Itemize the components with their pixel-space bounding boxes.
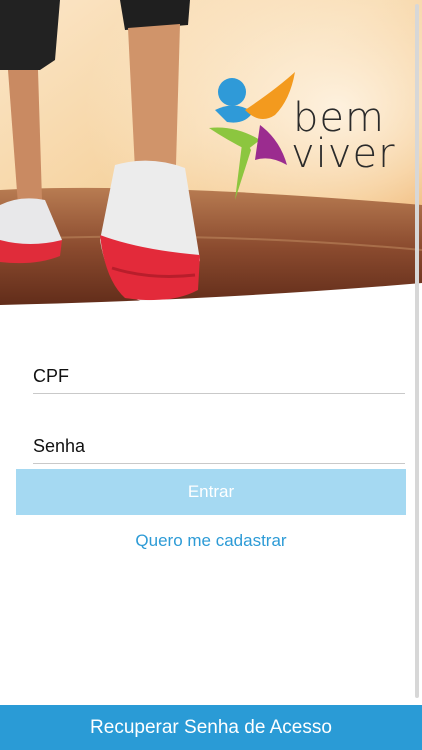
recover-password-button[interactable]: Recuperar Senha de Acesso [0, 705, 422, 750]
logo-text-viver: viver [291, 131, 396, 177]
bem-viver-logo: bem viver [205, 70, 400, 205]
register-link[interactable]: Quero me cadastrar [0, 531, 422, 551]
hero-image: bem viver [0, 0, 422, 310]
enter-button[interactable]: Entrar [16, 469, 406, 515]
password-input[interactable] [33, 436, 405, 457]
cpf-input[interactable] [33, 366, 405, 387]
senha-field[interactable] [33, 417, 405, 464]
scrollbar[interactable] [415, 4, 419, 698]
cpf-field[interactable] [33, 347, 405, 394]
